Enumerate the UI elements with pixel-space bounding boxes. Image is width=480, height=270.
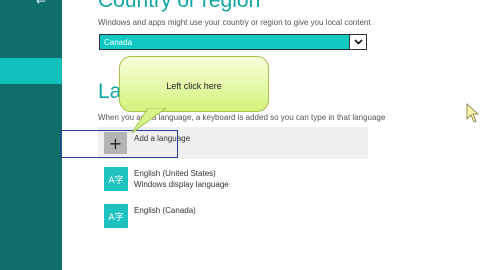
country-select[interactable]: Canada <box>99 34 367 50</box>
language-icon: A字 <box>104 204 128 228</box>
sidebar: ← <box>0 0 62 270</box>
language-item-english-canada[interactable]: A字 English (Canada) <box>104 204 364 230</box>
callout-tail <box>131 108 167 134</box>
language-subtitle: Windows display language <box>134 180 229 189</box>
country-select-value: Canada <box>104 38 133 47</box>
back-arrow-icon[interactable]: ← <box>36 0 46 8</box>
main-panel: Country or region Windows and apps might… <box>60 0 480 270</box>
chevron-down-icon[interactable] <box>349 35 366 49</box>
callout-text: Left click here <box>166 81 222 91</box>
sidebar-selected-item[interactable] <box>0 58 62 84</box>
language-name: English (Canada) <box>134 206 196 215</box>
region-heading: Country or region <box>98 0 261 12</box>
language-name: English (United States) <box>134 169 216 178</box>
focus-highlight <box>60 130 178 158</box>
mouse-pointer-icon <box>466 103 480 123</box>
region-description: Windows and apps might use your country … <box>98 18 371 27</box>
callout-bubble: Left click here <box>119 56 269 112</box>
language-item-english-us[interactable]: A字 English (United States) Windows displ… <box>104 167 364 193</box>
language-icon: A字 <box>104 167 128 191</box>
